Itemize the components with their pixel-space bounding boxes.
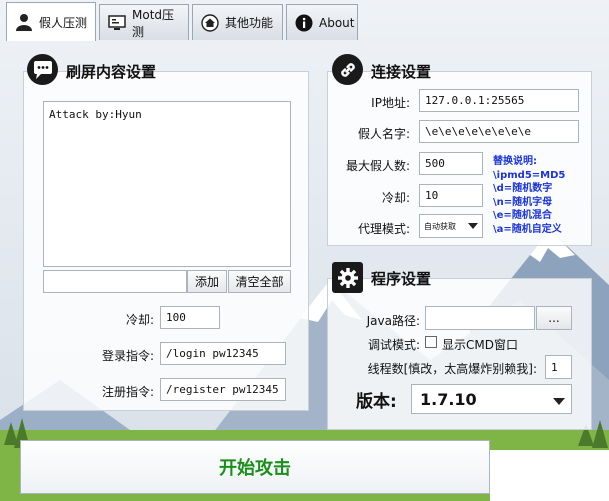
home-icon: [201, 13, 219, 32]
debug-checkbox[interactable]: [425, 336, 437, 348]
program-panel-title: 程序设置: [371, 270, 432, 288]
thread-count-input[interactable]: 1: [545, 355, 572, 379]
replace-note-item: \ipmd5=MD5: [493, 169, 566, 181]
replace-note-item: \e=随机混合: [493, 210, 552, 221]
tab-motd[interactable]: Motd压测: [99, 4, 189, 40]
java-path-label: Java路径:: [366, 314, 420, 328]
connection-cooldown-input[interactable]: 10: [419, 184, 483, 207]
login-command-label: 登录指令:: [101, 349, 154, 363]
register-command-label: 注册指令:: [101, 385, 154, 399]
proxy-mode-label: 代理模式:: [357, 222, 410, 236]
version-select[interactable]: 1.7.10: [411, 384, 572, 414]
fake-name-label: 假人名字:: [357, 127, 410, 141]
spam-panel-title: 刷屏内容设置: [66, 63, 157, 81]
proxy-mode-select[interactable]: 自动获取: [419, 214, 483, 238]
ip-input[interactable]: 127.0.0.1:25565: [419, 89, 579, 112]
debug-mode-label: 调试模式:: [367, 338, 420, 352]
add-button[interactable]: 添加: [187, 270, 227, 293]
tab-label: Motd压测: [132, 7, 175, 39]
login-command-input[interactable]: /login pw12345: [160, 342, 286, 365]
spam-cooldown-label: 冷却:: [125, 313, 154, 327]
start-attack-label: 开始攻击: [219, 458, 291, 479]
proxy-mode-value: 自动获取: [424, 221, 456, 231]
tab-label: 其他功能: [225, 16, 274, 30]
info-icon: [295, 14, 313, 32]
gear-icon: [332, 262, 363, 293]
clear-all-button[interactable]: 清空全部: [228, 270, 291, 293]
replace-notes-title: 替换说明:: [493, 156, 537, 167]
java-path-input[interactable]: [425, 306, 535, 330]
connection-cooldown-label: 冷却:: [381, 191, 410, 205]
tab-label: 假人压测: [39, 15, 88, 30]
monitor-icon: [108, 14, 126, 32]
blank-area: [490, 450, 609, 501]
replace-note-item: \d=随机数字: [493, 183, 553, 194]
register-command-input[interactable]: /register pw12345: [160, 378, 286, 401]
max-players-input[interactable]: 500: [419, 152, 483, 175]
start-attack-button[interactable]: 开始攻击: [20, 440, 490, 494]
chevron-down-icon: [468, 222, 478, 231]
tab-label: About: [319, 15, 355, 30]
link-icon: [332, 54, 363, 85]
person-icon: [15, 13, 33, 31]
version-value: 1.7.10: [420, 389, 477, 409]
spam-cooldown-input[interactable]: 100: [160, 306, 220, 329]
connection-panel-title: 连接设置: [371, 63, 432, 81]
chevron-down-icon: [553, 390, 565, 409]
spam-content-textarea[interactable]: Attack by:Hyun: [43, 101, 291, 267]
replace-note-item: \n=随机字母: [493, 196, 553, 208]
max-players-label: 最大假人数:: [345, 159, 410, 173]
ip-label: IP地址:: [371, 96, 410, 110]
fake-name-input[interactable]: \e\e\e\e\e\e\e\e: [419, 120, 579, 143]
replace-note-item: \a=随机自定义: [493, 223, 562, 235]
tab-other-functions[interactable]: 其他功能: [192, 4, 283, 40]
chat-icon: [27, 54, 58, 85]
spam-add-input[interactable]: [43, 270, 187, 293]
debug-checkbox-label: 显示CMD窗口: [442, 338, 518, 352]
tab-about[interactable]: About: [286, 4, 358, 40]
thread-count-label: 线程数[慎改，太高爆炸别赖我]:: [367, 362, 537, 376]
tab-fake-player[interactable]: 假人压测: [6, 2, 96, 41]
browse-button[interactable]: ...: [536, 306, 572, 330]
